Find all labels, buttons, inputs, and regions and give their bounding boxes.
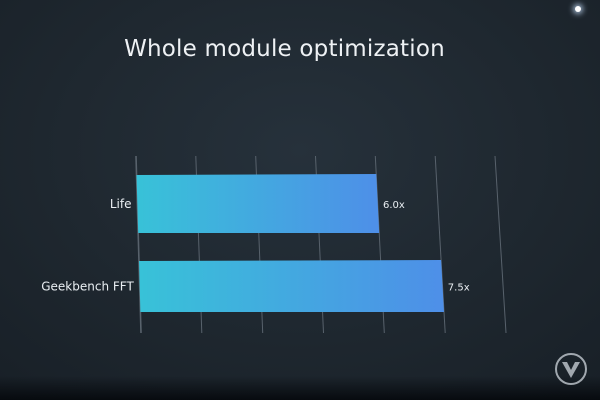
bar-life [136, 174, 380, 233]
grid-line [494, 155, 507, 334]
bars [136, 174, 444, 312]
bar-geekbench-fft [139, 260, 444, 312]
data-label: 7.5x [448, 283, 470, 294]
data-label: 6.0x [383, 200, 405, 211]
stage-light-icon [575, 6, 581, 12]
stage-floor-shadow [0, 376, 600, 400]
presentation-slide: Whole module optimization Life 6.0x Geekbe… [0, 0, 600, 400]
bar-chart: Life 6.0x Geekbench FFT 7.5x [41, 155, 507, 334]
verge-logo-icon [555, 353, 587, 385]
category-label: Life [110, 197, 132, 211]
category-label: Geekbench FFT [41, 280, 134, 294]
